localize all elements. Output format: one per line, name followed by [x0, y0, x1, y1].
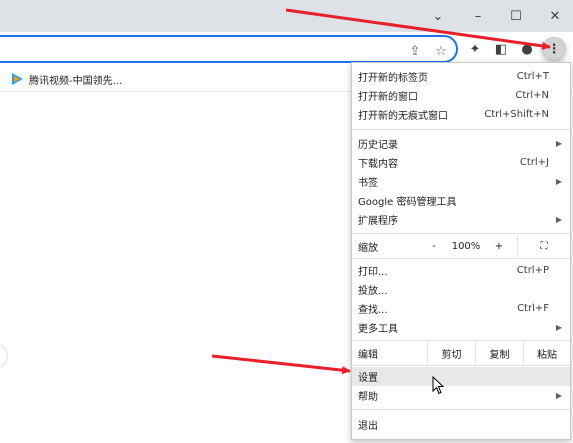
chrome-menu: 打开新的标签页 Ctrl+T 打开新的窗口 Ctrl+N 打开新的无痕式窗口 C…: [351, 62, 571, 440]
title-bar: ⌄ – ☐ ✕: [0, 0, 573, 32]
menu-item-label: 设置: [358, 373, 378, 384]
submenu-arrow-icon: ▶: [555, 391, 562, 400]
address-bar[interactable]: ⇪ ☆: [0, 35, 458, 63]
menu-item-new-incognito[interactable]: 打开新的无痕式窗口 Ctrl+Shift+N: [352, 105, 570, 124]
edit-label: 编辑: [358, 349, 378, 361]
toolbar: ⇪ ☆ ✦ ◧ ● ⋮: [0, 32, 573, 66]
share-icon[interactable]: ⇪: [406, 42, 424, 60]
menu-separator: [352, 129, 570, 130]
menu-item-label: 帮助: [358, 392, 378, 403]
paste-button[interactable]: 粘贴: [523, 342, 570, 364]
zoom-label: 缩放: [358, 242, 378, 254]
menu-separator: [352, 365, 570, 366]
menu-item-label: 打开新的标签页: [358, 73, 428, 84]
side-circle: [0, 344, 8, 368]
menu-item-help[interactable]: 帮助 ▶: [352, 386, 570, 405]
copy-button[interactable]: 复制: [475, 342, 523, 364]
zoom-row: 缩放 - 100% + ⛶: [352, 235, 570, 257]
menu-item-new-window[interactable]: 打开新的窗口 Ctrl+N: [352, 86, 570, 105]
fullscreen-icon[interactable]: ⛶: [517, 235, 570, 257]
menu-item-label: 下载内容: [358, 159, 398, 170]
menu-item-label: 退出: [358, 421, 378, 432]
menu-item-label: 扩展程序: [358, 216, 398, 227]
annotation-arrow-settings: [211, 354, 351, 375]
tab-search-icon[interactable]: ⌄: [418, 0, 458, 32]
submenu-arrow-icon: ▶: [555, 215, 562, 224]
bookmark-label: 腾讯视频-中国领先...: [29, 75, 123, 87]
shortcut-label: Ctrl+N: [515, 90, 549, 101]
close-icon[interactable]: ✕: [535, 0, 573, 32]
menu-separator: [352, 258, 570, 259]
menu-item-find[interactable]: 查找... Ctrl+F: [352, 299, 570, 318]
menu-item-print[interactable]: 打印... Ctrl+P: [352, 261, 570, 280]
zoom-in-button[interactable]: +: [486, 235, 512, 257]
bookmark-item[interactable]: 腾讯视频-中国领先...: [10, 71, 122, 87]
menu-item-exit[interactable]: 退出: [352, 415, 570, 434]
menu-separator: [352, 233, 570, 234]
zoom-out-button[interactable]: -: [422, 235, 446, 257]
menu-item-new-tab[interactable]: 打开新的标签页 Ctrl+T: [352, 67, 570, 86]
menu-item-downloads[interactable]: 下载内容 Ctrl+J: [352, 153, 570, 172]
menu-item-label: 打开新的无痕式窗口: [358, 111, 448, 122]
menu-item-label: Google 密码管理工具: [358, 197, 457, 208]
shortcut-label: Ctrl+P: [516, 265, 549, 276]
menu-item-label: 书签: [358, 178, 378, 189]
shortcut-label: Ctrl+Shift+N: [484, 109, 549, 120]
menu-item-cast[interactable]: 投放...: [352, 280, 570, 299]
menu-item-history[interactable]: 历史记录 ▶: [352, 134, 570, 153]
submenu-arrow-icon: ▶: [555, 177, 562, 186]
side-panel-icon[interactable]: ◧: [492, 40, 510, 58]
menu-item-settings[interactable]: 设置: [352, 367, 570, 386]
shortcut-label: Ctrl+J: [519, 157, 549, 168]
zoom-value: 100%: [451, 240, 481, 252]
menu-item-more-tools[interactable]: 更多工具 ▶: [352, 318, 570, 337]
submenu-arrow-icon: ▶: [555, 139, 562, 148]
tencent-video-icon: [12, 73, 23, 85]
shortcut-label: Ctrl+T: [516, 71, 549, 82]
star-icon[interactable]: ☆: [432, 42, 450, 60]
extensions-icon[interactable]: ✦: [466, 40, 484, 58]
menu-separator: [352, 340, 570, 341]
menu-item-label: 查找...: [358, 305, 388, 316]
cut-button[interactable]: 剪切: [427, 342, 475, 364]
menu-icon[interactable]: ⋮: [542, 37, 566, 61]
edit-row: 编辑 剪切 复制 粘贴: [352, 342, 570, 364]
menu-item-extensions[interactable]: 扩展程序 ▶: [352, 210, 570, 229]
minimize-icon[interactable]: –: [458, 0, 498, 32]
maximize-icon[interactable]: ☐: [496, 0, 536, 32]
profile-icon[interactable]: ●: [518, 40, 536, 58]
menu-item-label: 历史记录: [358, 140, 398, 151]
menu-item-label: 投放...: [358, 286, 388, 297]
menu-item-bookmarks[interactable]: 书签 ▶: [352, 172, 570, 191]
menu-item-label: 打印...: [358, 267, 388, 278]
menu-item-label: 更多工具: [358, 324, 398, 335]
menu-item-label: 打开新的窗口: [358, 92, 418, 103]
mouse-cursor-icon: [432, 376, 445, 395]
submenu-arrow-icon: ▶: [555, 323, 562, 332]
menu-item-password-manager[interactable]: Google 密码管理工具: [352, 191, 570, 210]
menu-separator: [352, 409, 570, 410]
shortcut-label: Ctrl+F: [517, 303, 549, 314]
